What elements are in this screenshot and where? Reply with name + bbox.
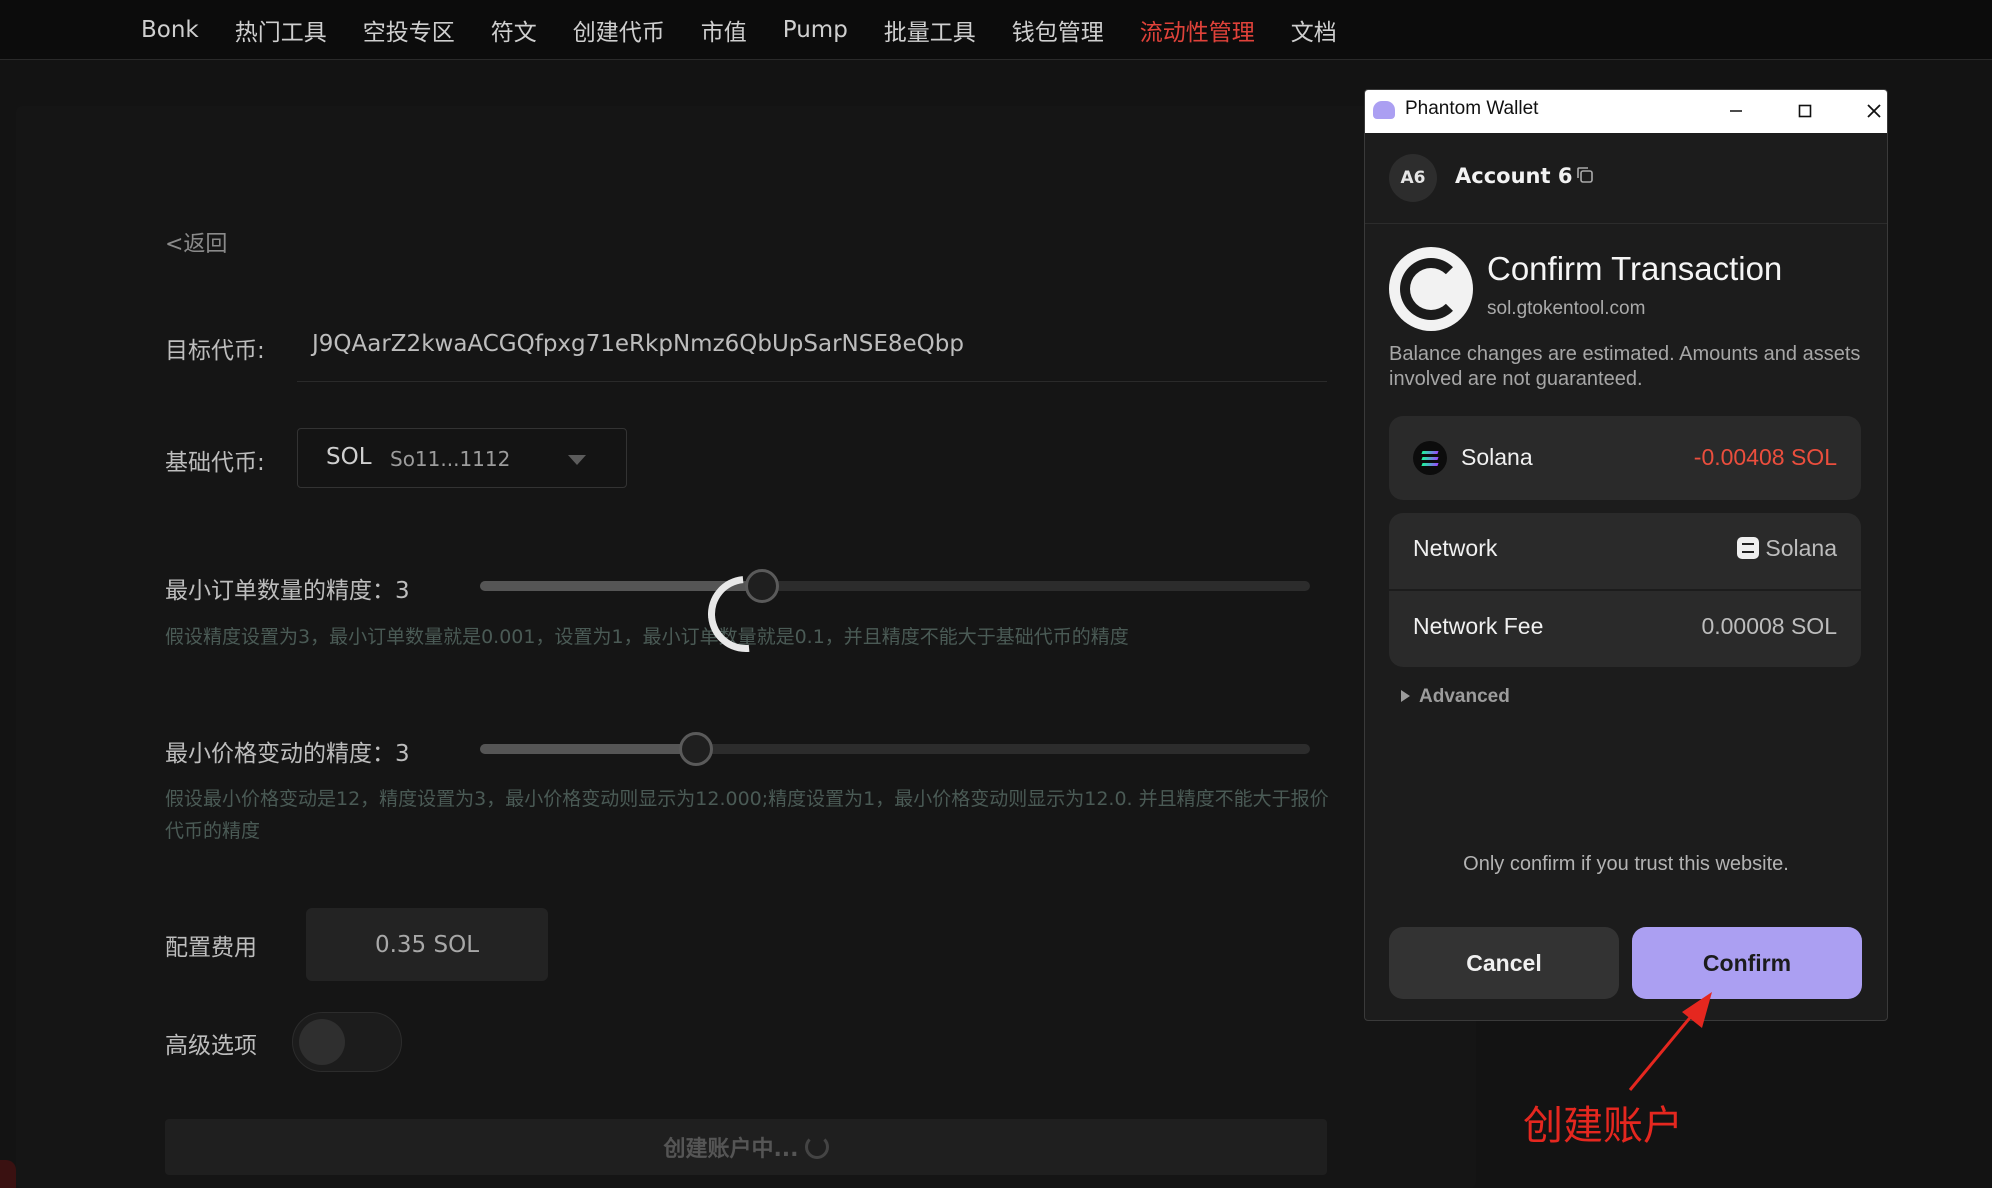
annotation-arrow-icon (1628, 992, 1712, 1091)
network-value: Solana (1765, 535, 1837, 561)
target-token-underline (297, 381, 1327, 382)
back-link[interactable]: <返回 (165, 226, 227, 258)
nav-item[interactable]: Pump (783, 17, 848, 43)
window-title: Phantom Wallet (1405, 98, 1539, 119)
trust-note: Only confirm if you trust this website. (1463, 853, 1789, 875)
tick-slider-fill (480, 744, 696, 754)
fee-value: 0.35 SOL (306, 908, 548, 981)
cancel-button[interactable]: Cancel (1389, 927, 1619, 999)
card-divider (1389, 589, 1861, 591)
toggle-knob (299, 1019, 345, 1065)
network-fee-label: Network Fee (1413, 613, 1544, 639)
tick-slider-handle[interactable] (678, 732, 713, 766)
nav-item[interactable]: 空投专区 (363, 13, 455, 47)
balance-note: Balance changes are estimated. Amounts a… (1389, 343, 1861, 390)
network-fee-value: 0.00008 SOL (1701, 613, 1837, 639)
nav-item[interactable]: 钱包管理 (1012, 13, 1104, 47)
window-titlebar: Phantom Wallet (1365, 90, 1887, 133)
phantom-wallet-window: Phantom Wallet A6 Account 6 Confirm Tran… (1364, 89, 1888, 1021)
solana-icon (1413, 441, 1447, 475)
avatar[interactable]: A6 (1389, 154, 1437, 202)
create-account-label: 创建账户中... (663, 1137, 799, 1162)
annotation-label: 创建账户 (1523, 1103, 1683, 1149)
account-name[interactable]: Account 6 (1455, 164, 1572, 188)
nav-item[interactable]: 文档 (1291, 13, 1337, 47)
nav-item[interactable]: 市值 (701, 13, 747, 47)
advanced-options-label: 高级选项 (165, 1033, 257, 1059)
network-value-wrap: Solana (1737, 535, 1837, 562)
fee-label: 配置费用 (165, 935, 257, 961)
balance-change: -0.00408 SOL (1693, 444, 1837, 470)
base-token-address: So11...1112 (390, 447, 511, 471)
base-token-select[interactable]: SOL So11...1112 (297, 428, 627, 488)
network-label: Network (1413, 535, 1498, 561)
advanced-toggle[interactable]: Advanced (1401, 686, 1510, 708)
advanced-options-toggle[interactable] (292, 1012, 402, 1072)
balance-asset: Solana (1461, 444, 1533, 470)
balance-change-card: Solana -0.00408 SOL (1389, 416, 1861, 500)
nav-item[interactable]: 符文 (491, 13, 537, 47)
target-token-input[interactable]: J9QAarZ2kwaACGQfpxg71eRkpNmz6QbUpSarNSE8… (312, 331, 964, 357)
nav-item[interactable]: 流动性管理 (1140, 13, 1255, 47)
advanced-label: Advanced (1419, 686, 1510, 707)
site-logo-icon (1389, 247, 1473, 331)
chevron-down-icon (568, 455, 586, 465)
base-token-label: 基础代币: (165, 450, 265, 476)
caret-right-icon (1401, 690, 1410, 702)
copy-icon[interactable] (1575, 165, 1595, 185)
account-header: A6 Account 6 (1365, 133, 1887, 224)
tick-precision-label: 最小价格变动的精度：3 (165, 741, 410, 767)
nav-item[interactable]: Bonk (141, 17, 199, 43)
nav-item[interactable]: 创建代币 (573, 13, 665, 47)
network-details-card: Network Solana Network Fee 0.00008 SOL (1389, 513, 1861, 667)
loading-icon (804, 1135, 829, 1159)
lot-precision-hint: 假设精度设置为3，最小订单数量就是0.001，设置为1，最小订单数量就是0.1，… (165, 626, 1129, 648)
solana-network-icon (1737, 537, 1760, 559)
lot-precision-label: 最小订单数量的精度：3 (165, 578, 410, 604)
page-edge-decoration (0, 1160, 16, 1188)
confirm-button[interactable]: Confirm (1632, 927, 1862, 999)
base-token-symbol: SOL (326, 444, 372, 470)
top-nav: Bonk 热门工具 空投专区 符文 创建代币 市值 Pump 批量工具 钱包管理 流动性管理 文档 (0, 0, 1992, 60)
maximize-icon[interactable] (1790, 96, 1820, 126)
nav-item[interactable]: 批量工具 (884, 13, 976, 47)
target-token-label: 目标代币: (165, 338, 265, 364)
minimize-icon[interactable] (1721, 96, 1751, 126)
confirm-title: Confirm Transaction (1487, 250, 1783, 287)
tick-precision-slider[interactable] (480, 732, 1310, 766)
site-url: sol.gtokentool.com (1487, 298, 1646, 319)
lot-precision-slider[interactable] (480, 569, 1310, 603)
phantom-logo-icon (1373, 101, 1395, 119)
nav-item[interactable]: 热门工具 (235, 13, 327, 47)
close-icon[interactable] (1859, 96, 1887, 126)
tick-precision-hint: 假设最小价格变动是12，精度设置为3，最小价格变动则显示为12.000;精度设置… (165, 788, 1329, 842)
create-account-button[interactable]: 创建账户中... (165, 1119, 1327, 1175)
